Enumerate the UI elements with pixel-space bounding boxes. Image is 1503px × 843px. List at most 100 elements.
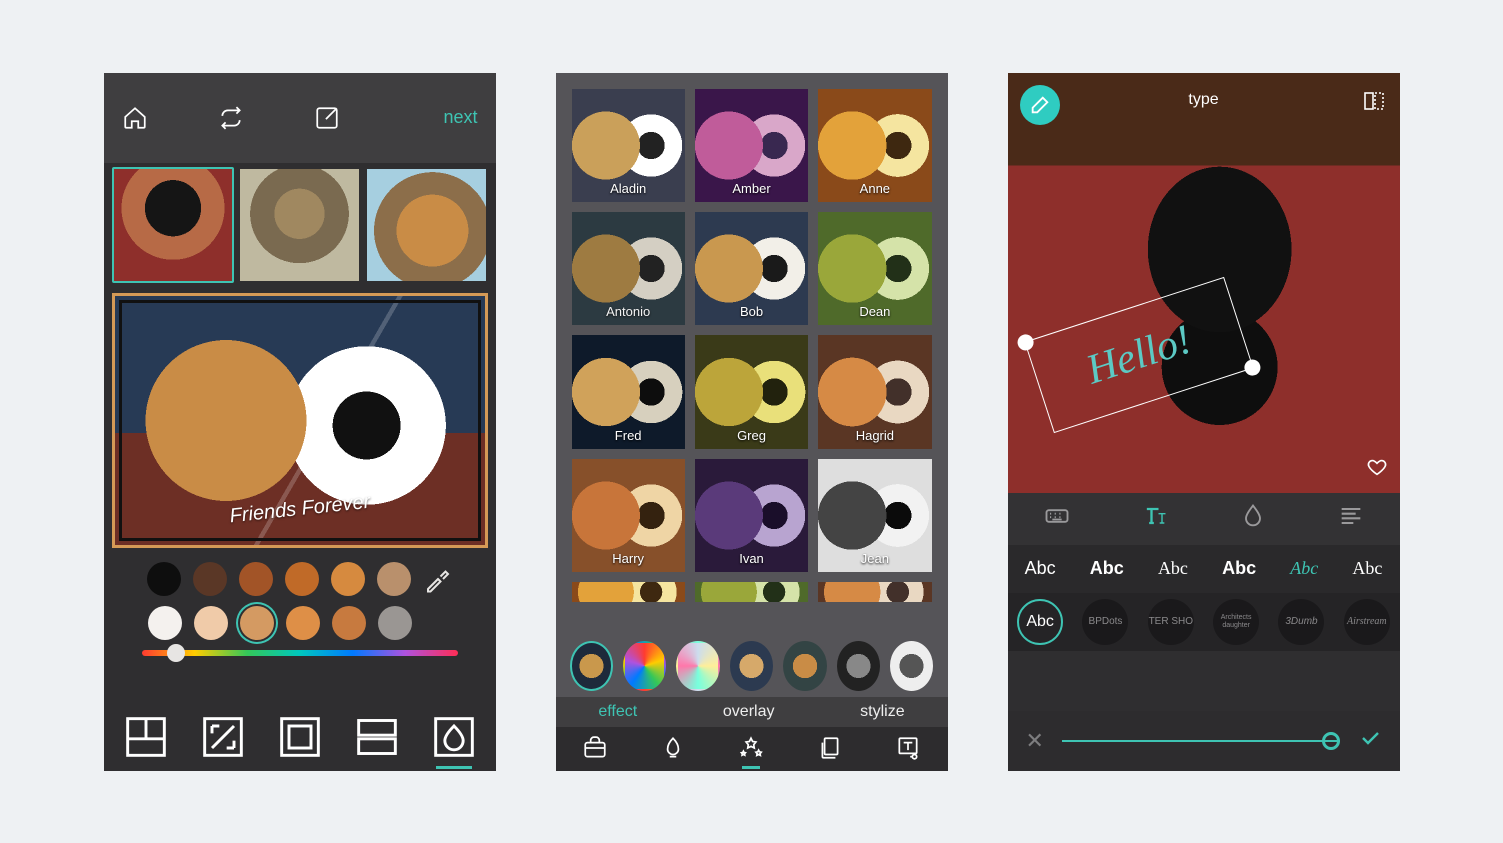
font-family-button[interactable]: Architects daughter [1213,599,1259,645]
screen-type-editor: type Hello! Abc Abc Abc Abc Abc [1008,73,1400,771]
photo-canvas[interactable]: type Hello! [1008,73,1400,493]
rows-tool-icon[interactable] [351,711,403,763]
font-family-button[interactable]: 3Dumb [1278,599,1324,645]
next-button[interactable]: next [443,107,477,128]
eyedropper-icon[interactable] [423,564,453,594]
color-swatch[interactable] [194,606,228,640]
color-swatch[interactable] [285,562,319,596]
color-swatch[interactable] [286,606,320,640]
text-mode-tabs [1008,493,1400,545]
font-sample-selected[interactable]: Abc [1290,558,1318,579]
hue-slider-knob[interactable] [167,644,185,662]
thumbnail-strip [104,163,496,287]
screen-title: type [1188,91,1218,109]
color-swatch[interactable] [239,562,273,596]
size-slider[interactable] [1062,740,1340,742]
font-style-row: Abc Abc Abc Abc Abc Abc [1008,545,1400,593]
resize-handle-br[interactable] [1242,357,1262,377]
filter-tile-partial[interactable] [818,582,931,602]
screen-effects-picker: Aladin Amber Anne Antonio Bob Dean Fred … [556,73,948,771]
font-icon[interactable] [1141,502,1169,535]
rotate-icon[interactable] [218,105,244,131]
filter-tile[interactable]: Antonio [572,212,685,325]
home-icon[interactable] [122,105,148,131]
tab-overlay[interactable]: overlay [723,703,775,721]
font-sample[interactable]: Abc [1222,558,1256,579]
color-tool-icon[interactable] [428,711,480,763]
color-swatch[interactable] [148,606,182,640]
color-swatch[interactable] [332,606,366,640]
size-slider-knob[interactable] [1322,732,1340,750]
screen-collage-editor: next Friends Forever [104,73,496,771]
filter-tile[interactable]: Hagrid [818,335,931,448]
align-icon[interactable] [1337,502,1365,535]
hue-slider[interactable] [142,650,458,656]
font-sample[interactable]: Abc [1090,558,1124,579]
font-family-button[interactable]: Airstream [1344,599,1390,645]
text-tool-icon[interactable] [895,735,921,761]
color-swatch[interactable] [331,562,365,596]
font-family-button[interactable]: BPDots [1082,599,1128,645]
effect-category[interactable] [623,641,666,691]
tab-effect[interactable]: effect [598,703,637,721]
effects-icon[interactable] [738,735,764,761]
text-overlay-content: Hello! [1080,315,1197,394]
confirm-icon[interactable] [1358,726,1382,755]
effect-category[interactable] [676,641,719,691]
layers-icon[interactable] [817,735,843,761]
filter-tile[interactable]: Fred [572,335,685,448]
toolbox-icon[interactable] [582,735,608,761]
effect-category-strip [556,633,948,697]
brush-icon[interactable] [660,735,686,761]
keyboard-icon[interactable] [1043,502,1071,535]
heart-icon[interactable] [1366,456,1388,483]
color-swatch[interactable] [147,562,181,596]
filter-tile[interactable]: Harry [572,459,685,572]
effect-tabs: effect overlay stylize [556,697,948,727]
top-toolbar: next [104,73,496,163]
filter-tile[interactable]: Bob [695,212,808,325]
tab-stylize[interactable]: stylize [860,703,904,721]
compare-icon[interactable] [1362,89,1386,118]
font-sample[interactable]: Abc [1158,558,1188,579]
thumbnail-3[interactable] [365,167,488,283]
color-swatch[interactable] [193,562,227,596]
font-sample[interactable]: Abc [1025,558,1056,579]
filter-tile-partial[interactable] [572,582,685,602]
filter-tile[interactable]: Ivan [695,459,808,572]
effect-category[interactable] [783,641,826,691]
main-canvas[interactable]: Friends Forever [112,293,488,548]
eraser-button[interactable] [1020,85,1060,125]
resize-handle-tl[interactable] [1015,332,1035,352]
font-family-button[interactable]: TER SHO [1148,599,1194,645]
resize-tool-icon[interactable] [197,711,249,763]
bottom-toolbar [104,697,496,771]
cancel-icon[interactable]: ✕ [1026,728,1044,754]
thumbnail-2[interactable] [238,167,361,283]
color-swatch-selected[interactable] [240,606,274,640]
font-family-button[interactable]: Abc [1017,599,1063,645]
layout-tool-icon[interactable] [120,711,172,763]
filter-tile[interactable]: Aladin [572,89,685,202]
filter-tile[interactable]: Jean [818,459,931,572]
filter-tile[interactable]: Amber [695,89,808,202]
filter-tile[interactable]: Greg [695,335,808,448]
effect-category[interactable] [730,641,773,691]
font-family-row: Abc BPDots TER SHO Architects daughter 3… [1008,593,1400,651]
effect-category[interactable] [890,641,933,691]
drop-icon[interactable] [1239,502,1267,535]
thumbnail-1[interactable] [112,167,235,283]
filter-tile[interactable]: Dean [818,212,931,325]
bottom-toolbar [556,727,948,771]
color-swatch[interactable] [377,562,411,596]
compose-icon[interactable] [314,105,340,131]
filter-tile[interactable]: Anne [818,89,931,202]
filter-tile-partial[interactable] [695,582,808,602]
color-swatch[interactable] [378,606,412,640]
effect-category[interactable] [570,641,613,691]
filter-grid: Aladin Amber Anne Antonio Bob Dean Fred … [556,73,948,633]
effect-category[interactable] [837,641,880,691]
font-sample[interactable]: Abc [1352,558,1382,579]
text-overlay-box[interactable]: Hello! [1024,276,1253,432]
border-tool-icon[interactable] [274,711,326,763]
